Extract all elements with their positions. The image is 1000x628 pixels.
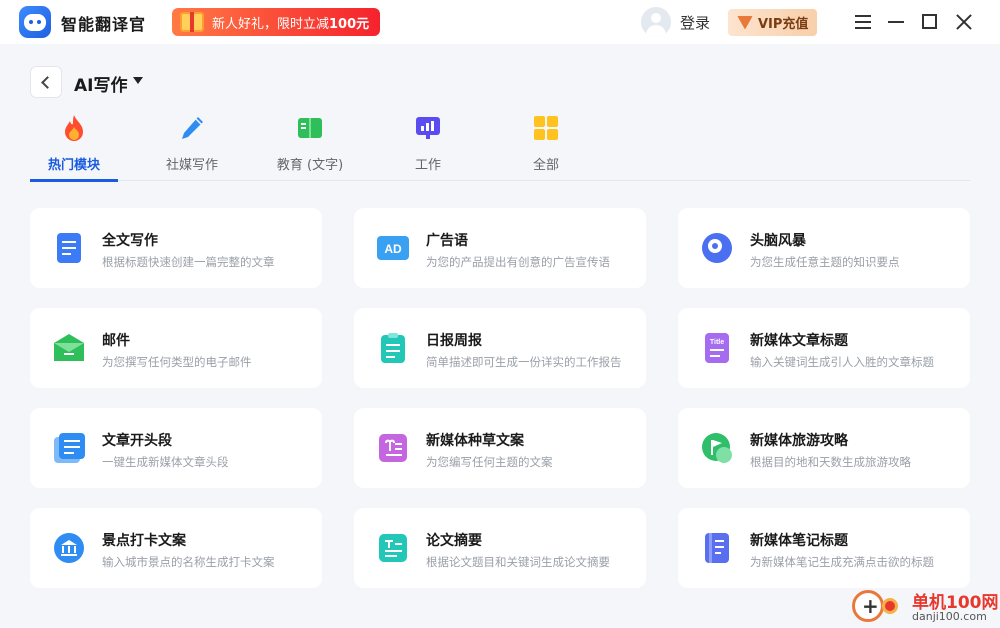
back-button[interactable] — [30, 66, 62, 98]
card-title: 景点打卡文案 — [102, 533, 186, 549]
card-title: 论文摘要 — [426, 533, 482, 549]
chevron-left-icon — [41, 75, 54, 89]
sprout-icon — [379, 434, 407, 462]
card-attraction-checkin-copy[interactable]: 景点打卡文案 输入城市景点的名称生成打卡文案 — [30, 508, 322, 588]
ad-icon: AD — [377, 236, 409, 260]
tab-label: 热门模块 — [47, 158, 100, 173]
card-description: 为您生成任意主题的知识要点 — [750, 255, 900, 269]
gift-icon — [172, 8, 212, 36]
card-new-media-travel-guide[interactable]: 新媒体旅游攻略 根据目的地和天数生成旅游攻略 — [678, 408, 970, 488]
card-description: 为新媒体笔记生成充满点击欲的标题 — [750, 555, 934, 569]
tab-label: 教育 (文字) — [276, 158, 344, 173]
tab-hot-modules[interactable]: 热门模块 — [30, 108, 118, 182]
watermark-dot-icon — [882, 598, 898, 614]
card-paper-abstract[interactable]: 论文摘要 根据论文题目和关键词生成论文摘要 — [354, 508, 646, 588]
tab-education[interactable]: 教育 (文字) — [266, 108, 354, 181]
tab-work[interactable]: 工作 — [384, 108, 472, 181]
svg-text:Title: Title — [710, 339, 724, 346]
app-name: 智能翻译官 — [61, 15, 147, 34]
card-description: 为您编写任何主题的文案 — [426, 455, 553, 469]
document-icon — [57, 233, 81, 263]
card-title: 新媒体笔记标题 — [750, 533, 848, 549]
book-icon — [298, 118, 322, 138]
menu-icon[interactable] — [853, 12, 873, 32]
fire-icon — [65, 115, 83, 141]
card-opening-paragraph[interactable]: 文章开头段 一键生成新媒体文章头段 — [30, 408, 322, 488]
card-description: 为您撰写任何类型的电子邮件 — [102, 355, 252, 369]
card-title: 邮件 — [102, 333, 130, 349]
card-description: 输入城市景点的名称生成打卡文案 — [102, 555, 275, 569]
vip-recharge-button[interactable]: VIP充值 — [728, 9, 817, 36]
brain-icon — [702, 233, 732, 263]
mail-icon — [54, 334, 84, 361]
login-button[interactable]: 登录 — [680, 12, 710, 33]
flag-icon — [702, 433, 732, 463]
card-description: 简单描述即可生成一份详实的工作报告 — [426, 355, 622, 369]
vip-icon — [736, 14, 754, 32]
app-logo-icon — [19, 6, 51, 38]
promo-banner[interactable]: 新人好礼，限时立减100元 — [172, 8, 380, 36]
card-full-writing[interactable]: 全文写作 根据标题快速创建一篇完整的文章 — [30, 208, 322, 288]
card-new-media-title[interactable]: Title 新媒体文章标题 输入关键词生成引人入胜的文章标题 — [678, 308, 970, 388]
card-description: 根据目的地和天数生成旅游攻略 — [750, 455, 911, 469]
card-title: 新媒体种草文案 — [426, 433, 524, 449]
card-description: 输入关键词生成引人入胜的文章标题 — [750, 355, 934, 369]
maximize-icon[interactable] — [920, 12, 940, 32]
card-title: 全文写作 — [102, 233, 158, 249]
promo-text: 新人好礼，限时立减100元 — [212, 16, 370, 32]
pen-icon — [182, 117, 203, 139]
card-daily-weekly-report[interactable]: 日报周报 简单描述即可生成一份详实的工作报告 — [354, 308, 646, 388]
watermark: 单机100网 danji100.com — [852, 588, 1000, 628]
caret-down-icon[interactable] — [133, 77, 143, 84]
card-title: 头脑风暴 — [750, 233, 806, 249]
card-slogan[interactable]: AD 广告语 为您的产品提出有创意的广告宣传语 — [354, 208, 646, 288]
vip-label: VIP充值 — [758, 17, 809, 32]
card-title: 新媒体文章标题 — [750, 333, 848, 349]
card-brainstorm[interactable]: 头脑风暴 为您生成任意主题的知识要点 — [678, 208, 970, 288]
tab-social-writing[interactable]: 社媒写作 — [148, 108, 236, 181]
svg-text:AD: AD — [384, 242, 402, 256]
card-new-media-note-title[interactable]: 新媒体笔记标题 为新媒体笔记生成充满点击欲的标题 — [678, 508, 970, 588]
notebook-icon — [705, 533, 729, 563]
tab-all[interactable]: 全部 — [502, 108, 590, 181]
tab-label: 工作 — [414, 158, 441, 173]
card-title: 文章开头段 — [102, 433, 172, 449]
presentation-icon — [416, 117, 440, 139]
watermark-logo-icon — [852, 590, 884, 622]
card-title: 新媒体旅游攻略 — [750, 433, 848, 449]
landmark-icon — [54, 533, 84, 563]
title-icon: Title — [705, 333, 729, 363]
avatar[interactable] — [641, 7, 671, 37]
page-title: AI写作 — [74, 76, 128, 96]
card-title: 广告语 — [426, 233, 468, 249]
card-description: 一键生成新媒体文章头段 — [102, 455, 229, 469]
minimize-icon[interactable] — [886, 12, 906, 32]
category-tabs: 热门模块 社媒写作 教育 (文字) 工作 全部 — [30, 108, 970, 182]
clipboard-icon — [381, 333, 405, 363]
abstract-icon — [379, 534, 407, 562]
card-new-media-seeding-copy[interactable]: 新媒体种草文案 为您编写任何主题的文案 — [354, 408, 646, 488]
grid-icon — [534, 116, 558, 140]
card-description: 根据论文题目和关键词生成论文摘要 — [426, 555, 610, 569]
card-title: 日报周报 — [426, 333, 482, 349]
card-description: 为您的产品提出有创意的广告宣传语 — [426, 255, 610, 269]
card-description: 根据标题快速创建一篇完整的文章 — [102, 255, 275, 269]
card-email[interactable]: 邮件 为您撰写任何类型的电子邮件 — [30, 308, 322, 388]
tab-label: 社媒写作 — [165, 158, 218, 173]
close-icon[interactable] — [954, 12, 974, 32]
paragraph-icon — [54, 433, 85, 463]
watermark-url: danji100.com — [912, 610, 987, 623]
tab-label: 全部 — [532, 158, 559, 173]
title-bar: 智能翻译官 新人好礼，限时立减100元 登录 VIP充值 — [0, 0, 1000, 44]
